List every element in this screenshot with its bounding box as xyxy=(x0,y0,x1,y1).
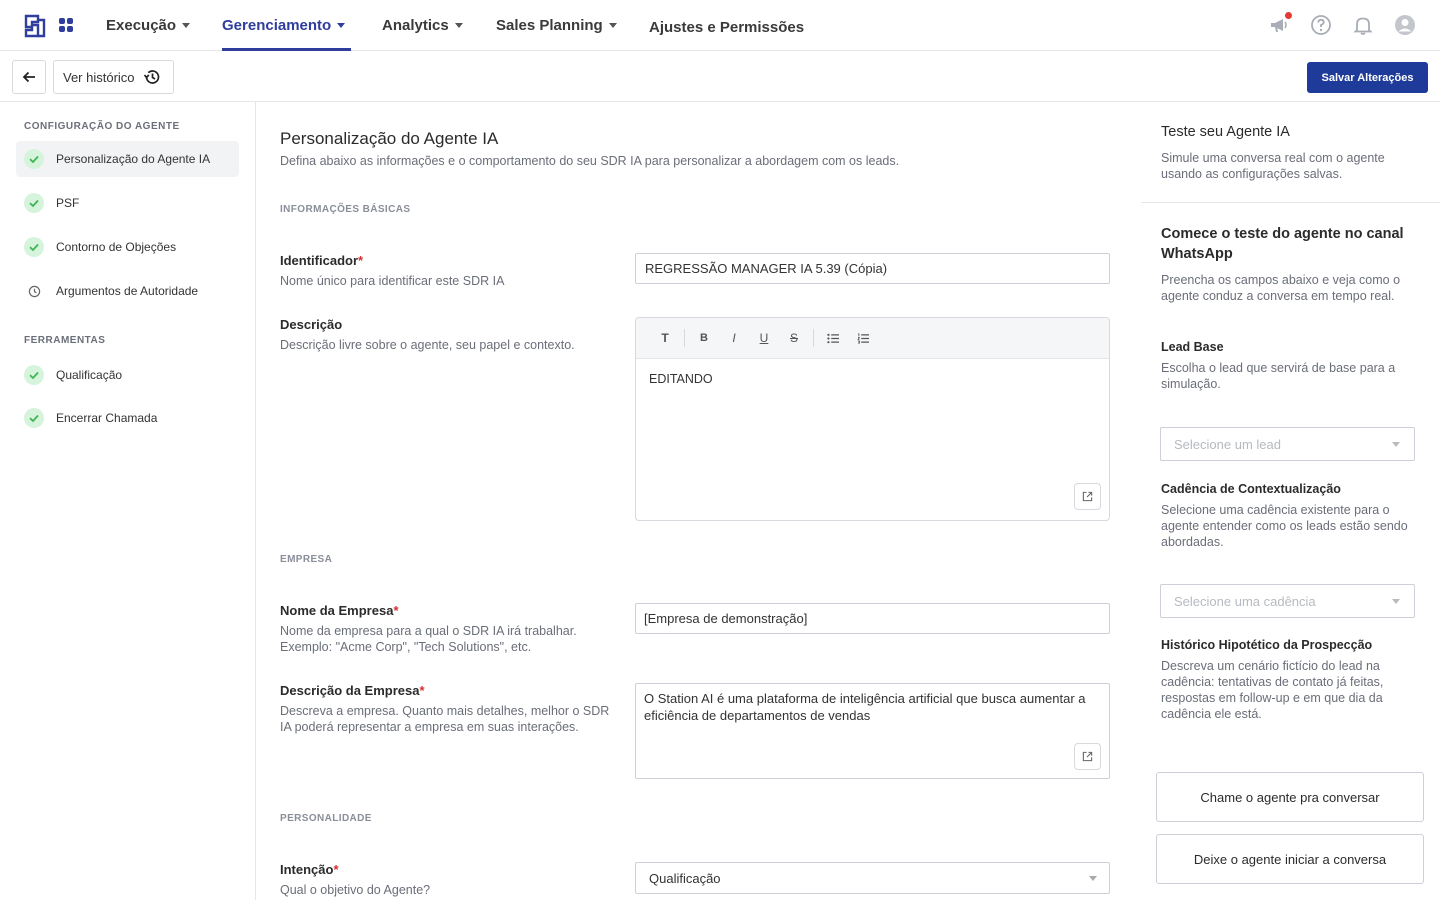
help-icon[interactable] xyxy=(1310,14,1332,36)
call-agent-button[interactable]: Chame o agente pra conversar xyxy=(1156,772,1424,822)
page-subtitle: Defina abaixo as informações e o comport… xyxy=(280,154,900,168)
identificador-input[interactable]: REGRESSÃO MANAGER IA 5.39 (Cópia) xyxy=(635,253,1110,284)
lead-base-desc: Escolha o lead que servirá de base para … xyxy=(1161,361,1396,391)
nav-analytics[interactable]: Analytics xyxy=(382,0,463,51)
expand-editor-button[interactable] xyxy=(1074,483,1101,510)
descricao-empresa-desc: Descreva a empresa. Quanto mais detalhes… xyxy=(280,704,610,734)
section-personality: PERSONALIDADE xyxy=(280,813,372,824)
whatsapp-test-heading: Comece o teste do agente no canal WhatsA… xyxy=(1161,226,1404,262)
notification-dot xyxy=(1285,12,1292,19)
identificador-desc: Nome único para identificar este SDR IA xyxy=(280,274,505,288)
nome-empresa-label: Nome da Empresa* xyxy=(280,603,399,618)
bell-icon[interactable] xyxy=(1352,14,1374,36)
chevron-down-icon xyxy=(608,23,617,28)
nav-sales-planning[interactable]: Sales Planning xyxy=(496,0,617,51)
hypothetical-history-label: Histórico Hipotético da Prospecção xyxy=(1161,638,1373,652)
main-form: Personalização do Agente IA Defina abaix… xyxy=(256,102,1141,900)
toolbar-divider xyxy=(684,329,685,347)
bullet-list-icon xyxy=(826,333,839,343)
sidebar-item-encerrar-chamada[interactable]: Encerrar Chamada xyxy=(16,400,239,436)
check-icon xyxy=(24,408,44,428)
section-basic-info: INFORMAÇÕES BÁSICAS xyxy=(280,204,411,215)
editor-toolbar: T B I U S xyxy=(636,318,1109,359)
chevron-down-icon xyxy=(1392,599,1400,604)
strikethrough-button[interactable]: S xyxy=(779,327,809,349)
app-logo-icon[interactable] xyxy=(24,14,46,38)
descricao-desc: Descrição livre sobre o agente, seu pape… xyxy=(280,338,575,352)
nav-ajustes-permissoes[interactable]: Ajustes e Permissões xyxy=(649,2,804,53)
config-sidebar: CONFIGURAÇÃO DO AGENTE Personalização do… xyxy=(0,102,256,900)
save-changes-button[interactable]: Salvar Alterações xyxy=(1307,62,1428,93)
descricao-label: Descrição xyxy=(280,317,343,332)
numbered-list-button[interactable] xyxy=(848,327,878,349)
lead-base-label: Lead Base xyxy=(1161,340,1224,354)
apps-grid-icon[interactable] xyxy=(59,18,73,32)
whatsapp-test-desc: Preencha os campos abaixo e veja como o … xyxy=(1161,273,1401,303)
chevron-down-icon xyxy=(1392,442,1400,447)
chevron-down-icon xyxy=(1089,876,1097,881)
sidebar-section-config: CONFIGURAÇÃO DO AGENTE xyxy=(24,121,180,132)
history-button[interactable]: Ver histórico xyxy=(53,60,174,94)
chevron-down-icon xyxy=(182,23,191,28)
nav-gerenciamento[interactable]: Gerenciamento xyxy=(222,0,352,51)
nome-empresa-desc: Nome da empresa para a qual o SDR IA irá… xyxy=(280,624,577,654)
agent-starts-button[interactable]: Deixe o agente iniciar a conversa xyxy=(1156,834,1424,884)
check-icon xyxy=(24,193,44,213)
sidebar-item-personalizacao[interactable]: Personalização do Agente IA xyxy=(16,141,239,177)
top-navbar: Execução Gerenciamento Analytics Sales P… xyxy=(0,0,1440,51)
expand-textarea-button[interactable] xyxy=(1074,743,1101,770)
test-panel-title: Teste seu Agente IA xyxy=(1161,124,1290,140)
page-toolbar: Ver histórico Salvar Alterações xyxy=(0,51,1440,102)
section-company: EMPRESA xyxy=(280,554,333,565)
test-panel-subtitle: Simule uma conversa real com o agente us… xyxy=(1161,151,1385,181)
descricao-text: EDITANDO xyxy=(649,372,713,386)
cadence-desc: Selecione uma cadência existente para o … xyxy=(1161,503,1408,549)
descricao-empresa-textarea[interactable]: O Station AI é uma plataforma de intelig… xyxy=(635,683,1110,779)
external-expand-icon xyxy=(1082,751,1093,762)
intencao-desc: Qual o objetivo do Agente? xyxy=(280,883,431,897)
chevron-down-icon xyxy=(454,23,463,28)
intencao-select[interactable]: Qualificação xyxy=(635,862,1110,894)
intencao-label: Intenção* xyxy=(280,862,339,877)
external-expand-icon xyxy=(1082,491,1093,502)
arrow-left-icon xyxy=(22,71,35,83)
nav-execucao[interactable]: Execução xyxy=(106,0,191,51)
clock-icon xyxy=(24,281,44,301)
toolbar-divider xyxy=(813,329,814,347)
bold-button[interactable]: B xyxy=(689,327,719,349)
nome-empresa-input[interactable]: [Empresa de demonstração] xyxy=(635,603,1110,634)
lead-base-select[interactable]: Selecione um lead xyxy=(1160,427,1415,461)
hypothetical-history-desc: Descreva um cenário fictício do lead na … xyxy=(1161,659,1384,721)
back-button[interactable] xyxy=(12,60,46,94)
text-style-button[interactable]: T xyxy=(650,327,680,349)
cadence-label: Cadência de Contextualização xyxy=(1161,482,1341,496)
descricao-empresa-label: Descrição da Empresa* xyxy=(280,683,425,698)
test-agent-panel: Teste seu Agente IA Simule uma conversa … xyxy=(1141,102,1440,900)
numbered-list-icon xyxy=(856,333,869,343)
sidebar-item-psf[interactable]: PSF xyxy=(16,185,239,221)
italic-button[interactable]: I xyxy=(719,327,749,349)
sidebar-item-qualificacao[interactable]: Qualificação xyxy=(16,357,239,393)
sidebar-item-contorno-objecoes[interactable]: Contorno de Objeções xyxy=(16,229,239,265)
underline-button[interactable]: U xyxy=(749,327,779,349)
top-icons xyxy=(1268,12,1416,36)
sidebar-item-argumentos-autoridade[interactable]: Argumentos de Autoridade xyxy=(16,273,239,309)
user-avatar-icon[interactable] xyxy=(1394,14,1416,36)
page-title: Personalização do Agente IA xyxy=(280,129,499,148)
identificador-label: Identificador* xyxy=(280,253,364,268)
check-icon xyxy=(24,149,44,169)
bullet-list-button[interactable] xyxy=(818,327,848,349)
check-icon xyxy=(24,365,44,385)
test-panel-divider xyxy=(1141,202,1440,203)
descricao-rich-editor[interactable]: T B I U S EDITANDO xyxy=(635,317,1110,521)
megaphone-icon[interactable] xyxy=(1268,12,1292,36)
check-icon xyxy=(24,237,44,257)
cadence-select[interactable]: Selecione uma cadência xyxy=(1160,584,1415,618)
history-icon xyxy=(143,70,159,84)
chevron-down-icon xyxy=(337,23,346,28)
sidebar-section-tools: FERRAMENTAS xyxy=(24,335,106,346)
